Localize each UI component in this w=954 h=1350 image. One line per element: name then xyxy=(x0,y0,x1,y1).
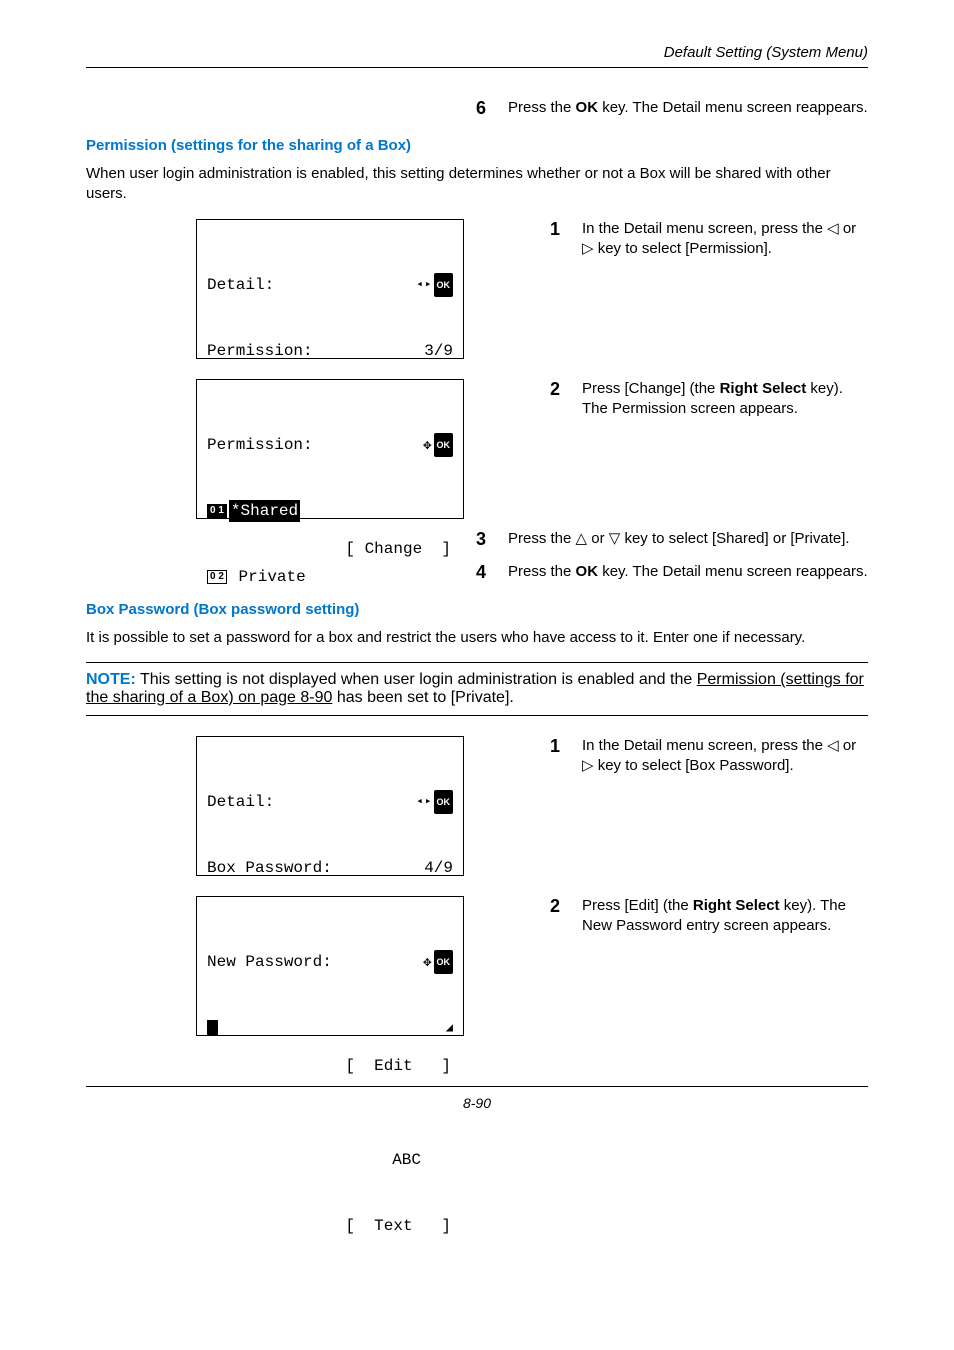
step-6-text: Press the OK key. The Detail menu screen… xyxy=(508,98,868,118)
option-num-1: 0 1 xyxy=(207,504,227,518)
lcd-detail-boxpw: Detail: ◂▸OK Box Password: 4/9 ●●●●●●●●●… xyxy=(196,736,464,876)
perm-step-2-num: 2 xyxy=(550,379,568,400)
perm-step-3-text: Press the △ or ▽ key to select [Shared] … xyxy=(508,529,850,549)
option-private: Private xyxy=(229,566,306,588)
header-rule xyxy=(86,67,868,68)
page-number: 8-90 xyxy=(86,1095,868,1111)
boxpw-step-1-num: 1 xyxy=(550,736,568,757)
perm-step-2-text: Press [Change] (the Right Select key). T… xyxy=(582,379,868,420)
step-number-6: 6 xyxy=(476,98,494,119)
perm-step-1-num: 1 xyxy=(550,219,568,240)
option-shared: *Shared xyxy=(229,500,300,522)
note-box: NOTE: This setting is not displayed when… xyxy=(86,662,868,716)
perm-step-4-text: Press the OK key. The Detail menu screen… xyxy=(508,562,868,582)
ok-icon: OK xyxy=(434,433,454,457)
mode-label: ABC xyxy=(392,1149,451,1171)
section-title: Default Setting (System Menu) xyxy=(86,44,868,61)
lcd-permission-list: Permission: ✥OK 0 1*Shared 0 2 Private xyxy=(196,379,464,519)
option-num-2: 0 2 xyxy=(207,570,227,584)
perm-step-3-num: 3 xyxy=(476,529,494,550)
ok-icon: OK xyxy=(434,950,454,974)
ok-icon: OK xyxy=(434,790,454,814)
ok-icon: OK xyxy=(434,273,454,297)
nav-diamond-icon: ✥ xyxy=(423,439,431,453)
permission-desc: When user login administration is enable… xyxy=(86,164,868,205)
lcd-detail-permission: Detail: ◂▸OK Permission: 3/9 Shared [ Ch… xyxy=(196,219,464,359)
boxpw-step-2-num: 2 xyxy=(550,896,568,917)
perm-step-4-num: 4 xyxy=(476,562,494,583)
lcd-new-password: New Password: ✥OK ◢ ABC [ Text ] xyxy=(196,896,464,1036)
footer-rule xyxy=(86,1086,868,1087)
down-arrow-icon: ◢ xyxy=(446,1017,453,1039)
text-softkey: [ Text ] xyxy=(345,1215,451,1237)
cursor-icon xyxy=(207,1020,218,1036)
boxpw-step-2-text: Press [Edit] (the Right Select key). The… xyxy=(582,896,868,937)
boxpw-heading: Box Password (Box password setting) xyxy=(86,601,868,618)
boxpw-step-1-text: In the Detail menu screen, press the ◁ o… xyxy=(582,736,868,777)
boxpw-desc: It is possible to set a password for a b… xyxy=(86,628,868,648)
permission-heading: Permission (settings for the sharing of … xyxy=(86,137,868,154)
nav-diamond-icon: ✥ xyxy=(423,956,431,970)
perm-step-1-text: In the Detail menu screen, press the ◁ o… xyxy=(582,219,868,260)
